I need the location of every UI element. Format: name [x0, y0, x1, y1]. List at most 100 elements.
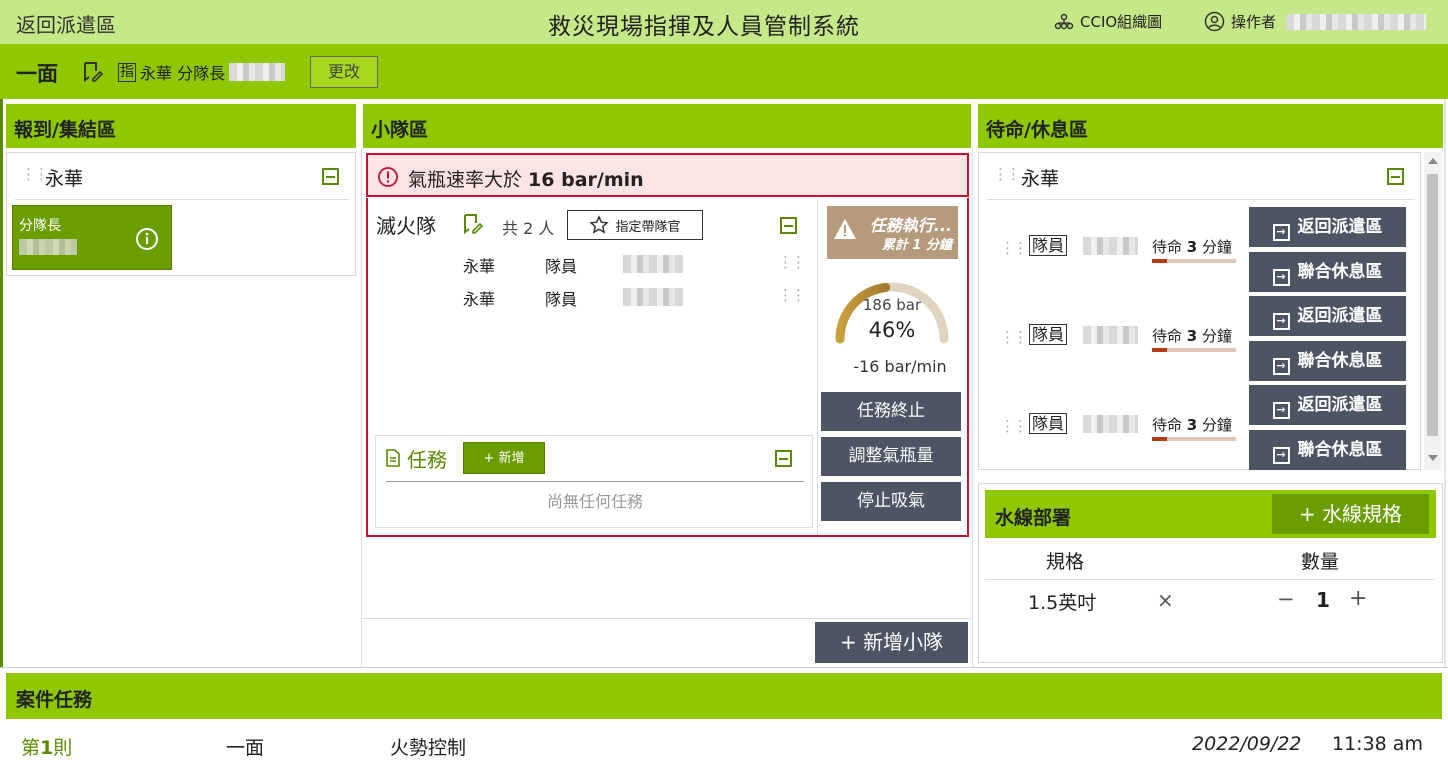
divider — [386, 481, 804, 482]
member-name-redacted — [1083, 415, 1138, 433]
standby-area-title: 待命/休息區 — [978, 104, 1443, 148]
standby-minutes: 3 — [1186, 416, 1198, 434]
case-tasks-divider — [0, 667, 1448, 668]
right-panel-border — [1444, 99, 1446, 667]
standby-status: 待命 3 分鐘 — [1152, 414, 1232, 435]
scrollbar[interactable] — [1424, 152, 1441, 470]
member-unit: 永華 — [463, 257, 496, 276]
personnel-card[interactable]: 分隊長 — [12, 205, 172, 270]
divider — [985, 579, 1436, 580]
team-member-row[interactable]: 永華 隊員 ⋮⋮ — [368, 253, 808, 277]
enter-icon: → — [1272, 402, 1290, 419]
edit-note-icon[interactable] — [82, 61, 104, 83]
tasks-label: 任務 — [407, 448, 447, 472]
drag-handle-icon[interactable]: ⋮⋮ — [778, 253, 806, 271]
assign-leader-button[interactable]: 指定帶隊官 — [567, 210, 703, 240]
alert-message: 氣瓶速率大於 16 bar/min — [408, 165, 644, 192]
standby-status-suffix: 分鐘 — [1197, 327, 1232, 345]
joint-rest-button[interactable]: → 聯合休息區 — [1249, 430, 1406, 470]
alert-value: 16 bar/min — [528, 169, 644, 191]
operator-info[interactable]: 操作者 — [1204, 11, 1427, 32]
joint-rest-button[interactable]: → 聯合休息區 — [1249, 341, 1406, 381]
drag-handle-icon[interactable]: ⋮⋮ — [21, 165, 49, 183]
checkin-panel-body — [3, 276, 362, 667]
add-team-button[interactable]: + 新增小隊 — [815, 622, 968, 663]
team-footer-divider — [362, 618, 972, 619]
remove-spec-button[interactable]: × — [1157, 588, 1174, 612]
return-dispatch-button[interactable]: → 返回派遣區 — [1249, 385, 1406, 425]
enter-icon: → — [1272, 313, 1290, 330]
add-water-spec-button[interactable]: + 水線規格 — [1272, 494, 1429, 534]
return-dispatch-label: 返回派遣區 — [1297, 306, 1383, 326]
joint-rest-button[interactable]: → 聯合休息區 — [1249, 252, 1406, 292]
scrollbar-thumb[interactable] — [1427, 174, 1438, 436]
qty-value: 1 — [1316, 588, 1330, 612]
return-dispatch-button[interactable]: → 返回派遣區 — [1249, 207, 1406, 247]
return-dispatch-button[interactable]: → 返回派遣區 — [1249, 296, 1406, 336]
drag-handle-icon[interactable]: ⋮⋮ — [1000, 417, 1028, 435]
member-name-redacted — [623, 255, 683, 273]
adjust-cylinder-button[interactable]: 調整氣瓶量 — [821, 437, 961, 476]
drag-handle-icon[interactable]: ⋮⋮ — [778, 286, 806, 304]
info-icon[interactable] — [135, 227, 159, 251]
case-tasks-title: 案件任務 — [6, 673, 1442, 719]
scroll-down-arrow[interactable] — [1428, 455, 1438, 461]
divider — [15, 199, 349, 200]
case-task-row[interactable]: 第1則 一面 火勢控制 2022/09/22 11:38 am — [0, 722, 1448, 770]
member-name-redacted — [623, 288, 683, 306]
decrease-qty-button[interactable]: − — [1277, 587, 1295, 611]
drag-handle-icon[interactable]: ⋮⋮ — [1000, 239, 1028, 257]
member-name-redacted — [1083, 326, 1138, 344]
member-role: 隊員 — [545, 257, 578, 276]
standby-minutes: 3 — [1186, 238, 1198, 256]
checkin-area: ⋮⋮ 永華 分隊長 — [6, 152, 356, 276]
collapse-icon[interactable] — [775, 450, 792, 467]
end-mission-button[interactable]: 任務終止 — [821, 392, 961, 431]
standby-progress-fill — [1152, 437, 1168, 441]
standby-progress-bar — [1152, 348, 1236, 352]
spec-value: 1.5英吋 — [1028, 592, 1097, 614]
change-commander-button[interactable]: 更改 — [310, 56, 378, 88]
stop-breathing-button[interactable]: 停止吸氣 — [821, 482, 961, 521]
card-divider — [817, 198, 818, 535]
water-line-title: 水線部署 — [995, 507, 1072, 529]
team-name: 滅火隊 — [376, 214, 436, 238]
enter-icon: → — [1272, 447, 1290, 464]
plus-icon: + — [1298, 502, 1323, 526]
standby-progress-bar — [1152, 259, 1236, 263]
gauge-rate: -16 bar/min — [853, 357, 947, 376]
org-chart-link[interactable]: CCIO組織圖 — [1054, 11, 1162, 32]
add-task-button[interactable]: + 新增 — [463, 442, 545, 474]
gauge-percent: 46% — [868, 318, 916, 342]
commander-text: 永華 分隊長 — [140, 64, 226, 83]
joint-rest-label: 聯合休息區 — [1297, 440, 1383, 460]
enter-icon: → — [1272, 358, 1290, 375]
water-line-header: 水線部署 + 水線規格 — [985, 490, 1436, 538]
task-box: 任務 + 新增 尚無任何任務 — [375, 435, 813, 528]
member-unit: 永華 — [463, 290, 496, 309]
add-team-label: 新增小隊 — [863, 630, 944, 654]
drag-handle-icon[interactable]: ⋮⋮ — [1000, 328, 1028, 346]
task-time: 11:38 am — [1332, 733, 1423, 755]
scroll-up-arrow[interactable] — [1428, 158, 1438, 164]
collapse-icon[interactable] — [322, 168, 339, 185]
task-name: 火勢控制 — [390, 737, 467, 759]
collapse-icon[interactable] — [780, 217, 797, 234]
standby-status-suffix: 分鐘 — [1197, 238, 1232, 256]
return-dispatch-label: 返回派遣區 — [1297, 217, 1383, 237]
spec-column-header: 規格 — [1046, 551, 1085, 573]
mission-elapsed: 累計 1 分鐘 — [881, 238, 952, 253]
org-chart-icon — [1054, 13, 1074, 29]
star-icon — [589, 215, 610, 234]
assign-leader-label: 指定帶隊官 — [615, 219, 681, 235]
team-member-row[interactable]: 永華 隊員 ⋮⋮ — [368, 286, 808, 310]
increase-qty-button[interactable]: + — [1349, 586, 1367, 611]
edit-note-icon[interactable] — [462, 213, 484, 235]
enter-icon: → — [1272, 269, 1290, 286]
standby-progress-bar — [1152, 437, 1236, 441]
standby-status-prefix: 待命 — [1152, 416, 1187, 434]
user-icon — [1204, 11, 1225, 32]
standby-progress-fill — [1152, 348, 1168, 352]
no-task-text: 尚無任何任務 — [546, 492, 643, 511]
member-role-badge: 隊員 — [1029, 413, 1068, 434]
